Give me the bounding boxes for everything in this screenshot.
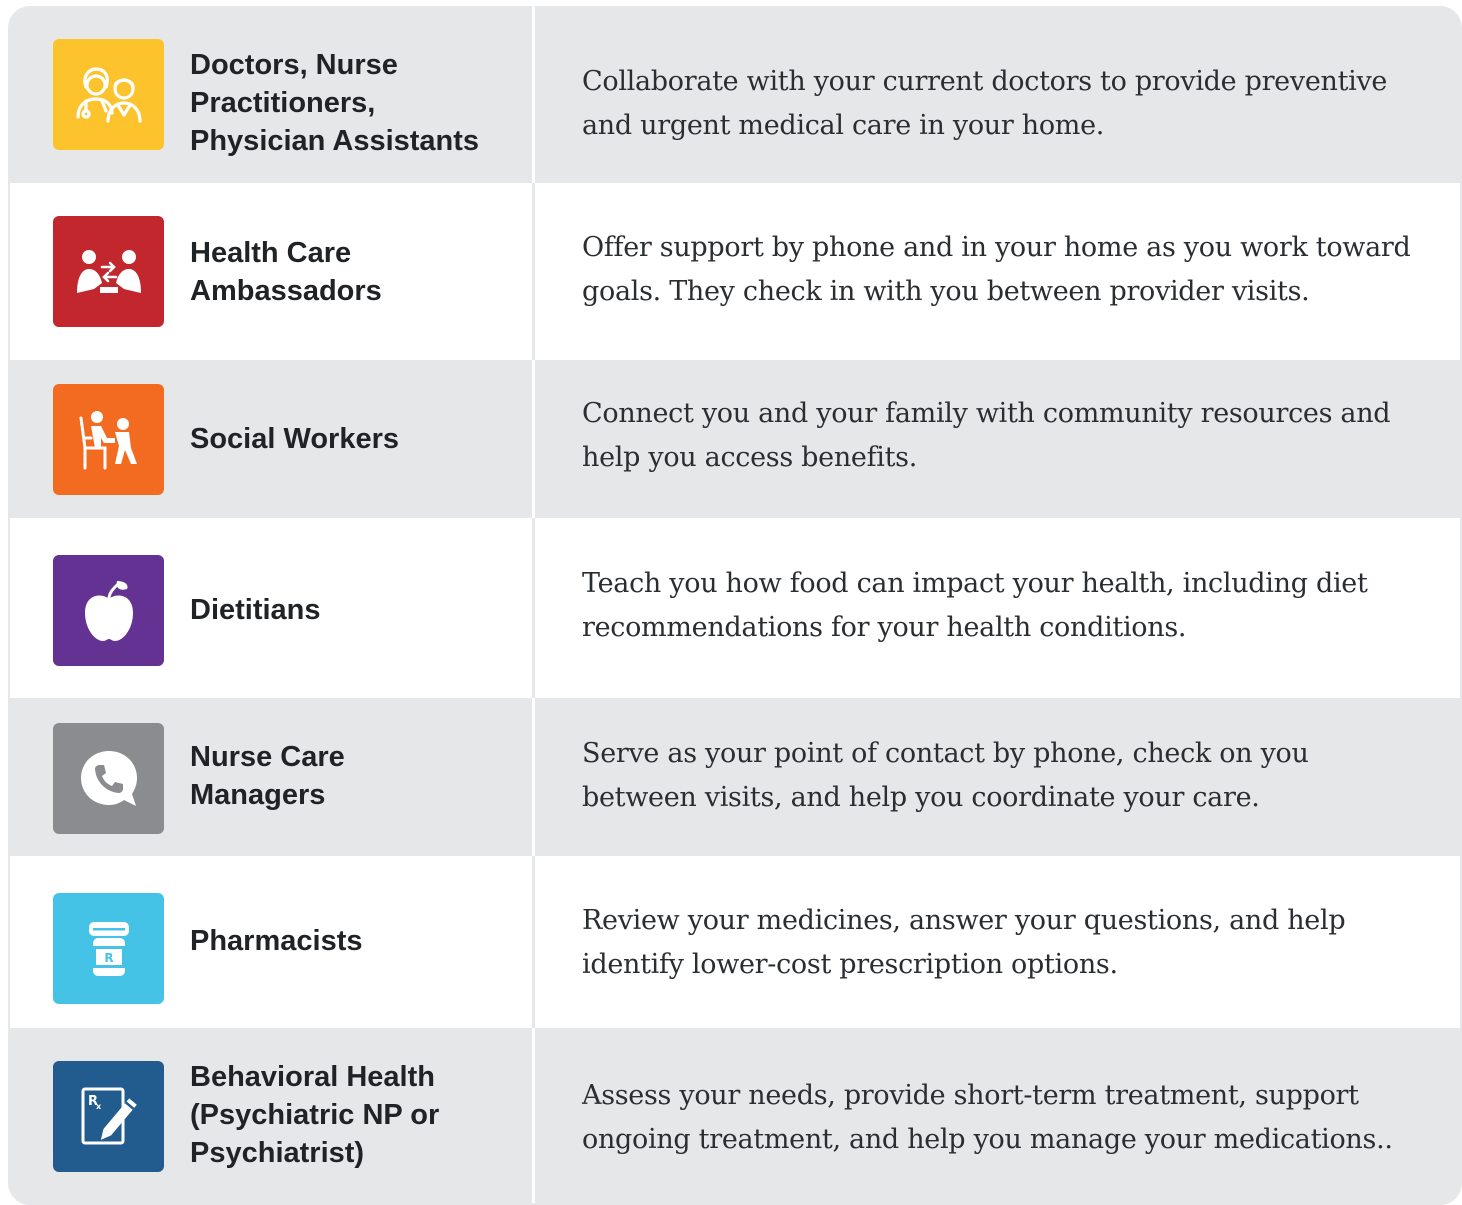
role-line: Managers bbox=[190, 779, 326, 811]
description-line: recommendations for your health conditio… bbox=[582, 612, 1187, 643]
column-divider bbox=[532, 518, 535, 698]
svg-text:R: R bbox=[104, 951, 113, 965]
role-line: Dietitians bbox=[190, 594, 321, 626]
description-line: Offer support by phone and in your home … bbox=[582, 232, 1411, 263]
role-description: Assess your needs, provide short-term tr… bbox=[582, 1074, 1442, 1162]
svg-text:x: x bbox=[96, 1102, 102, 1111]
role-line: Social Workers bbox=[190, 423, 400, 455]
prescription-pad-icon: R x bbox=[53, 1061, 164, 1172]
description-line: Assess your needs, provide short-term tr… bbox=[582, 1080, 1359, 1111]
role-title: Doctors, Nurse Practitioners, Physician … bbox=[190, 46, 520, 160]
description-line: Review your medicines, answer your quest… bbox=[582, 905, 1346, 936]
description-line: ongoing treatment, and help you manage y… bbox=[582, 1124, 1393, 1155]
table-row: Doctors, Nurse Practitioners, Physician … bbox=[8, 6, 1462, 183]
description-line: goals. They check in with you between pr… bbox=[582, 276, 1310, 307]
table-row: Dietitians Teach you how food can impact… bbox=[8, 518, 1462, 698]
column-divider bbox=[532, 1028, 535, 1203]
description-line: and urgent medical care in your home. bbox=[582, 110, 1105, 141]
role-line: Pharmacists bbox=[190, 925, 363, 957]
doctors-icon bbox=[53, 39, 164, 150]
role-description: Connect you and your family with communi… bbox=[582, 392, 1442, 480]
description-line: Connect you and your family with communi… bbox=[582, 398, 1391, 429]
role-title: Health Care Ambassadors bbox=[190, 234, 520, 310]
column-divider bbox=[532, 360, 535, 518]
role-title: Social Workers bbox=[190, 420, 520, 458]
ambassadors-icon bbox=[53, 216, 164, 327]
column-divider bbox=[532, 183, 535, 360]
care-team-table: Doctors, Nurse Practitioners, Physician … bbox=[8, 6, 1462, 1205]
table-row: Health Care Ambassadors Offer support by… bbox=[8, 183, 1462, 360]
table-row: R x Behavioral Health (Psychiatric NP or… bbox=[8, 1028, 1462, 1205]
description-line: help you access benefits. bbox=[582, 442, 918, 473]
role-line: Physician Assistants bbox=[190, 125, 480, 157]
role-line: Psychiatrist) bbox=[190, 1137, 365, 1169]
description-line: Collaborate with your current doctors to… bbox=[582, 66, 1388, 97]
role-line: Nurse Care bbox=[190, 741, 345, 773]
column-divider bbox=[532, 6, 535, 183]
table-row: Social Workers Connect you and your fami… bbox=[8, 360, 1462, 518]
phone-bubble-icon bbox=[53, 723, 164, 834]
social-workers-icon bbox=[53, 384, 164, 495]
role-line: (Psychiatric NP or bbox=[190, 1099, 440, 1131]
table-row: R Pharmacists Review your medicines, ans… bbox=[8, 856, 1462, 1028]
table-row: Nurse Care Managers Serve as your point … bbox=[8, 698, 1462, 856]
role-line: Doctors, Nurse bbox=[190, 49, 398, 81]
role-description: Collaborate with your current doctors to… bbox=[582, 60, 1442, 148]
role-title: Behavioral Health (Psychiatric NP or Psy… bbox=[190, 1058, 520, 1172]
description-line: identify lower-cost prescription options… bbox=[582, 949, 1118, 980]
role-description: Offer support by phone and in your home … bbox=[582, 226, 1442, 314]
role-line: Health Care bbox=[190, 237, 352, 269]
description-line: between visits, and help you coordinate … bbox=[582, 782, 1260, 813]
role-line: Behavioral Health bbox=[190, 1061, 435, 1093]
description-line: Serve as your point of contact by phone,… bbox=[582, 738, 1309, 769]
pill-bottle-icon: R bbox=[53, 893, 164, 1004]
apple-icon bbox=[53, 555, 164, 666]
column-divider bbox=[532, 856, 535, 1028]
role-line: Ambassadors bbox=[190, 275, 382, 307]
column-divider bbox=[532, 698, 535, 856]
role-line: Practitioners, bbox=[190, 87, 376, 119]
role-title: Pharmacists bbox=[190, 922, 520, 960]
role-title: Dietitians bbox=[190, 591, 520, 629]
description-line: Teach you how food can impact your healt… bbox=[582, 568, 1368, 599]
role-description: Teach you how food can impact your healt… bbox=[582, 562, 1442, 650]
role-description: Review your medicines, answer your quest… bbox=[582, 899, 1442, 987]
role-description: Serve as your point of contact by phone,… bbox=[582, 732, 1442, 820]
role-title: Nurse Care Managers bbox=[190, 738, 520, 814]
